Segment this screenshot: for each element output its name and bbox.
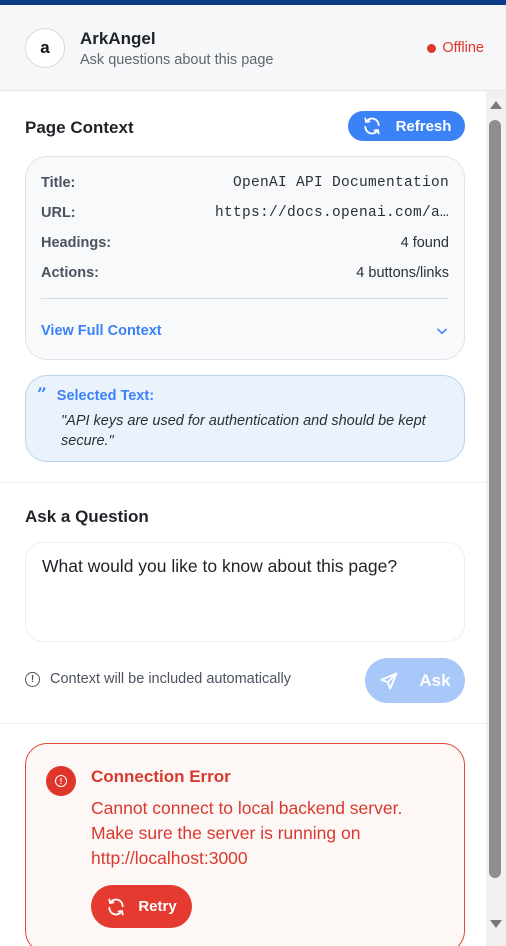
status-dot-icon	[427, 43, 437, 53]
context-row-title: Title: OpenAI API Documentation	[41, 173, 449, 193]
context-label: URL:	[41, 205, 76, 221]
scroll-down-arrow-icon[interactable]	[490, 920, 502, 928]
avatar: a	[25, 28, 65, 68]
context-row-headings: Headings: 4 found	[41, 233, 449, 253]
selected-text-content: "API keys are used for authentication an…	[61, 413, 426, 449]
view-full-context-label: View Full Context	[41, 323, 162, 339]
refresh-button[interactable]: Refresh	[348, 111, 465, 141]
retry-icon	[108, 898, 124, 915]
ask-label: Ask	[419, 670, 451, 690]
section-divider	[0, 723, 486, 724]
context-label: Actions:	[41, 265, 99, 281]
context-label: Title:	[41, 175, 76, 191]
context-row-url: URL: https://docs.openai.com/a…	[41, 203, 449, 223]
retry-button[interactable]: Retry	[91, 885, 192, 928]
context-value: 4 found	[400, 235, 449, 251]
error-message: Cannot connect to local backend server. …	[91, 798, 403, 868]
context-row-actions: Actions: 4 buttons/links	[41, 263, 449, 283]
view-full-context-toggle[interactable]: View Full Context	[41, 321, 449, 341]
ask-question-title: Ask a Question	[25, 507, 149, 526]
scroll-up-arrow-icon[interactable]	[490, 101, 502, 109]
context-hint: ! Context will be included automatically	[25, 671, 291, 687]
send-icon	[380, 672, 398, 689]
status-label: Offline	[442, 40, 484, 56]
refresh-icon	[363, 117, 380, 135]
section-divider	[0, 482, 486, 483]
app-header: a ArkAngel Ask questions about this page…	[0, 5, 506, 91]
context-value: 4 buttons/links	[356, 265, 449, 281]
scroll-thumb[interactable]	[489, 120, 501, 878]
context-value: https://docs.openai.com/a…	[214, 205, 449, 221]
context-hint-text: Context will be included automatically	[50, 671, 291, 687]
error-title: Connection Error	[91, 767, 231, 786]
context-card: Title: OpenAI API Documentation URL: htt…	[25, 156, 465, 360]
selected-text-label: Selected Text:	[56, 387, 155, 404]
ask-button[interactable]: Ask	[365, 658, 465, 703]
context-value: OpenAI API Documentation	[232, 175, 449, 191]
context-divider	[41, 298, 449, 299]
selected-text-header: ” Selected Text:	[37, 387, 154, 404]
context-label: Headings:	[41, 235, 112, 251]
page-context-title: Page Context	[25, 118, 134, 137]
vertical-scrollbar[interactable]	[486, 91, 506, 946]
info-icon: !	[25, 671, 40, 687]
selected-text-card: ” Selected Text: "API keys are used for …	[25, 375, 465, 462]
connection-error-card: ! Connection Error Cannot connect to loc…	[25, 743, 465, 946]
app-name: ArkAngel	[80, 29, 156, 48]
retry-label: Retry	[138, 898, 177, 915]
refresh-label: Refresh	[395, 117, 452, 135]
panel-content: Page Context Refresh Title: OpenAI API D…	[0, 91, 486, 946]
quote-icon: ”	[37, 385, 47, 405]
app-subtitle: Ask questions about this page	[80, 52, 274, 68]
alert-icon: !	[46, 766, 76, 796]
chevron-down-icon	[437, 328, 447, 335]
status-badge: Offline	[427, 40, 484, 56]
question-input[interactable]: What would you like to know about this p…	[25, 542, 465, 642]
